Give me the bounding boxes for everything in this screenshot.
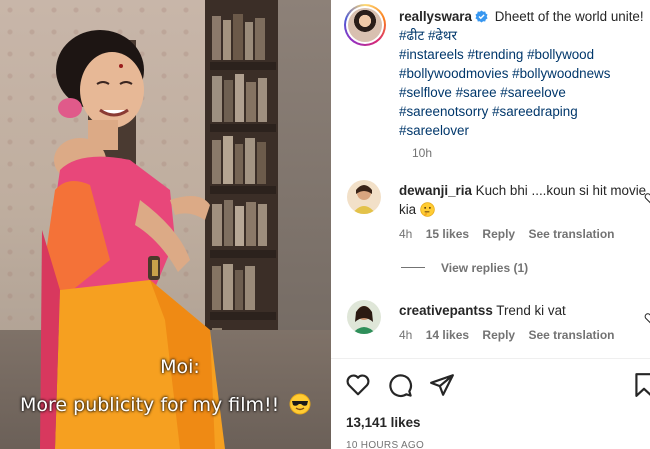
post-media[interactable]: Moi: More publicity for my film!! (0, 0, 331, 449)
hashtag-link[interactable]: #bollywoodnews (512, 66, 610, 81)
comment-time[interactable]: 4h (399, 227, 412, 241)
comment-body: dewanji_ria Kuch bhi ....koun si hit mov… (399, 181, 649, 219)
hashtag-link[interactable]: #sareelove (500, 85, 566, 100)
hashtag-link[interactable]: #sareedraping (492, 104, 578, 119)
hashtag-link[interactable]: #sareelover (399, 123, 469, 138)
comment-body: creativepantss Trend ki vat (399, 301, 649, 320)
comment-meta: 4h 14 likes Reply See translation (399, 328, 624, 342)
commenter-avatar[interactable] (347, 180, 381, 214)
caption-text-block: reallyswara Dheett of the world unite! #… (399, 7, 650, 140)
commenter-avatar[interactable] (347, 300, 381, 334)
view-replies-button[interactable]: View replies (1) (401, 261, 528, 275)
verified-badge-icon (475, 10, 488, 23)
comment-likes[interactable]: 14 likes (426, 328, 469, 342)
sunglasses-emoji-icon (289, 393, 311, 415)
view-replies-line (401, 267, 425, 268)
see-translation-button[interactable]: See translation (528, 227, 614, 241)
comment-like-heart-icon[interactable] (644, 192, 650, 204)
post-details-panel: reallyswara Dheett of the world unite! #… (331, 0, 650, 449)
comment-likes[interactable]: 15 likes (426, 227, 469, 241)
reply-button[interactable]: Reply (482, 227, 515, 241)
comment-like-heart-icon[interactable] (644, 312, 650, 324)
view-replies-label: View replies (1) (441, 261, 529, 275)
likes-count[interactable]: 13,141 likes (346, 415, 420, 430)
hashtag-link[interactable]: #trending (468, 47, 524, 62)
thinking-face-emoji-icon (420, 202, 435, 217)
like-heart-icon[interactable] (345, 372, 371, 398)
hashtag-link[interactable]: #instareels (399, 47, 464, 62)
comment-username[interactable]: dewanji_ria (399, 183, 472, 198)
reply-button[interactable]: Reply (482, 328, 515, 342)
comment-time[interactable]: 4h (399, 328, 412, 342)
video-caption-line2: More publicity for my film!! (20, 393, 311, 416)
post-action-bar (345, 372, 650, 400)
hashtag-link[interactable]: #sareenotsorry (399, 104, 488, 119)
save-bookmark-icon[interactable] (631, 372, 650, 398)
hashtag-link[interactable]: #bollywoodmovies (399, 66, 508, 81)
hashtag-link[interactable]: #saree (456, 85, 497, 100)
comment-username[interactable]: creativepantss (399, 303, 493, 318)
woman-in-saree-figure (40, 30, 225, 449)
caption-message: Dheett of the world unite! (494, 9, 644, 24)
hashtag-link[interactable]: #ढेथर (428, 28, 457, 43)
caption-timestamp[interactable]: 10h (412, 146, 432, 160)
video-caption-text: More publicity for my film!! (20, 394, 280, 416)
author-username[interactable]: reallyswara (399, 9, 472, 24)
action-divider (331, 358, 650, 359)
author-avatar[interactable] (344, 4, 386, 46)
post-date[interactable]: 10 HOURS AGO (346, 440, 424, 449)
hashtag-link[interactable]: #bollywood (527, 47, 594, 62)
comment-text: Trend ki vat (496, 303, 566, 318)
hashtag-link[interactable]: #selflove (399, 85, 452, 100)
comment-bubble-icon[interactable] (387, 372, 413, 398)
hashtag-link[interactable]: #ढीट (399, 28, 424, 43)
see-translation-button[interactable]: See translation (528, 328, 614, 342)
share-paper-plane-icon[interactable] (429, 372, 455, 398)
video-caption-line1: Moi: (160, 356, 200, 378)
comment-meta: 4h 15 likes Reply See translation (399, 227, 624, 241)
